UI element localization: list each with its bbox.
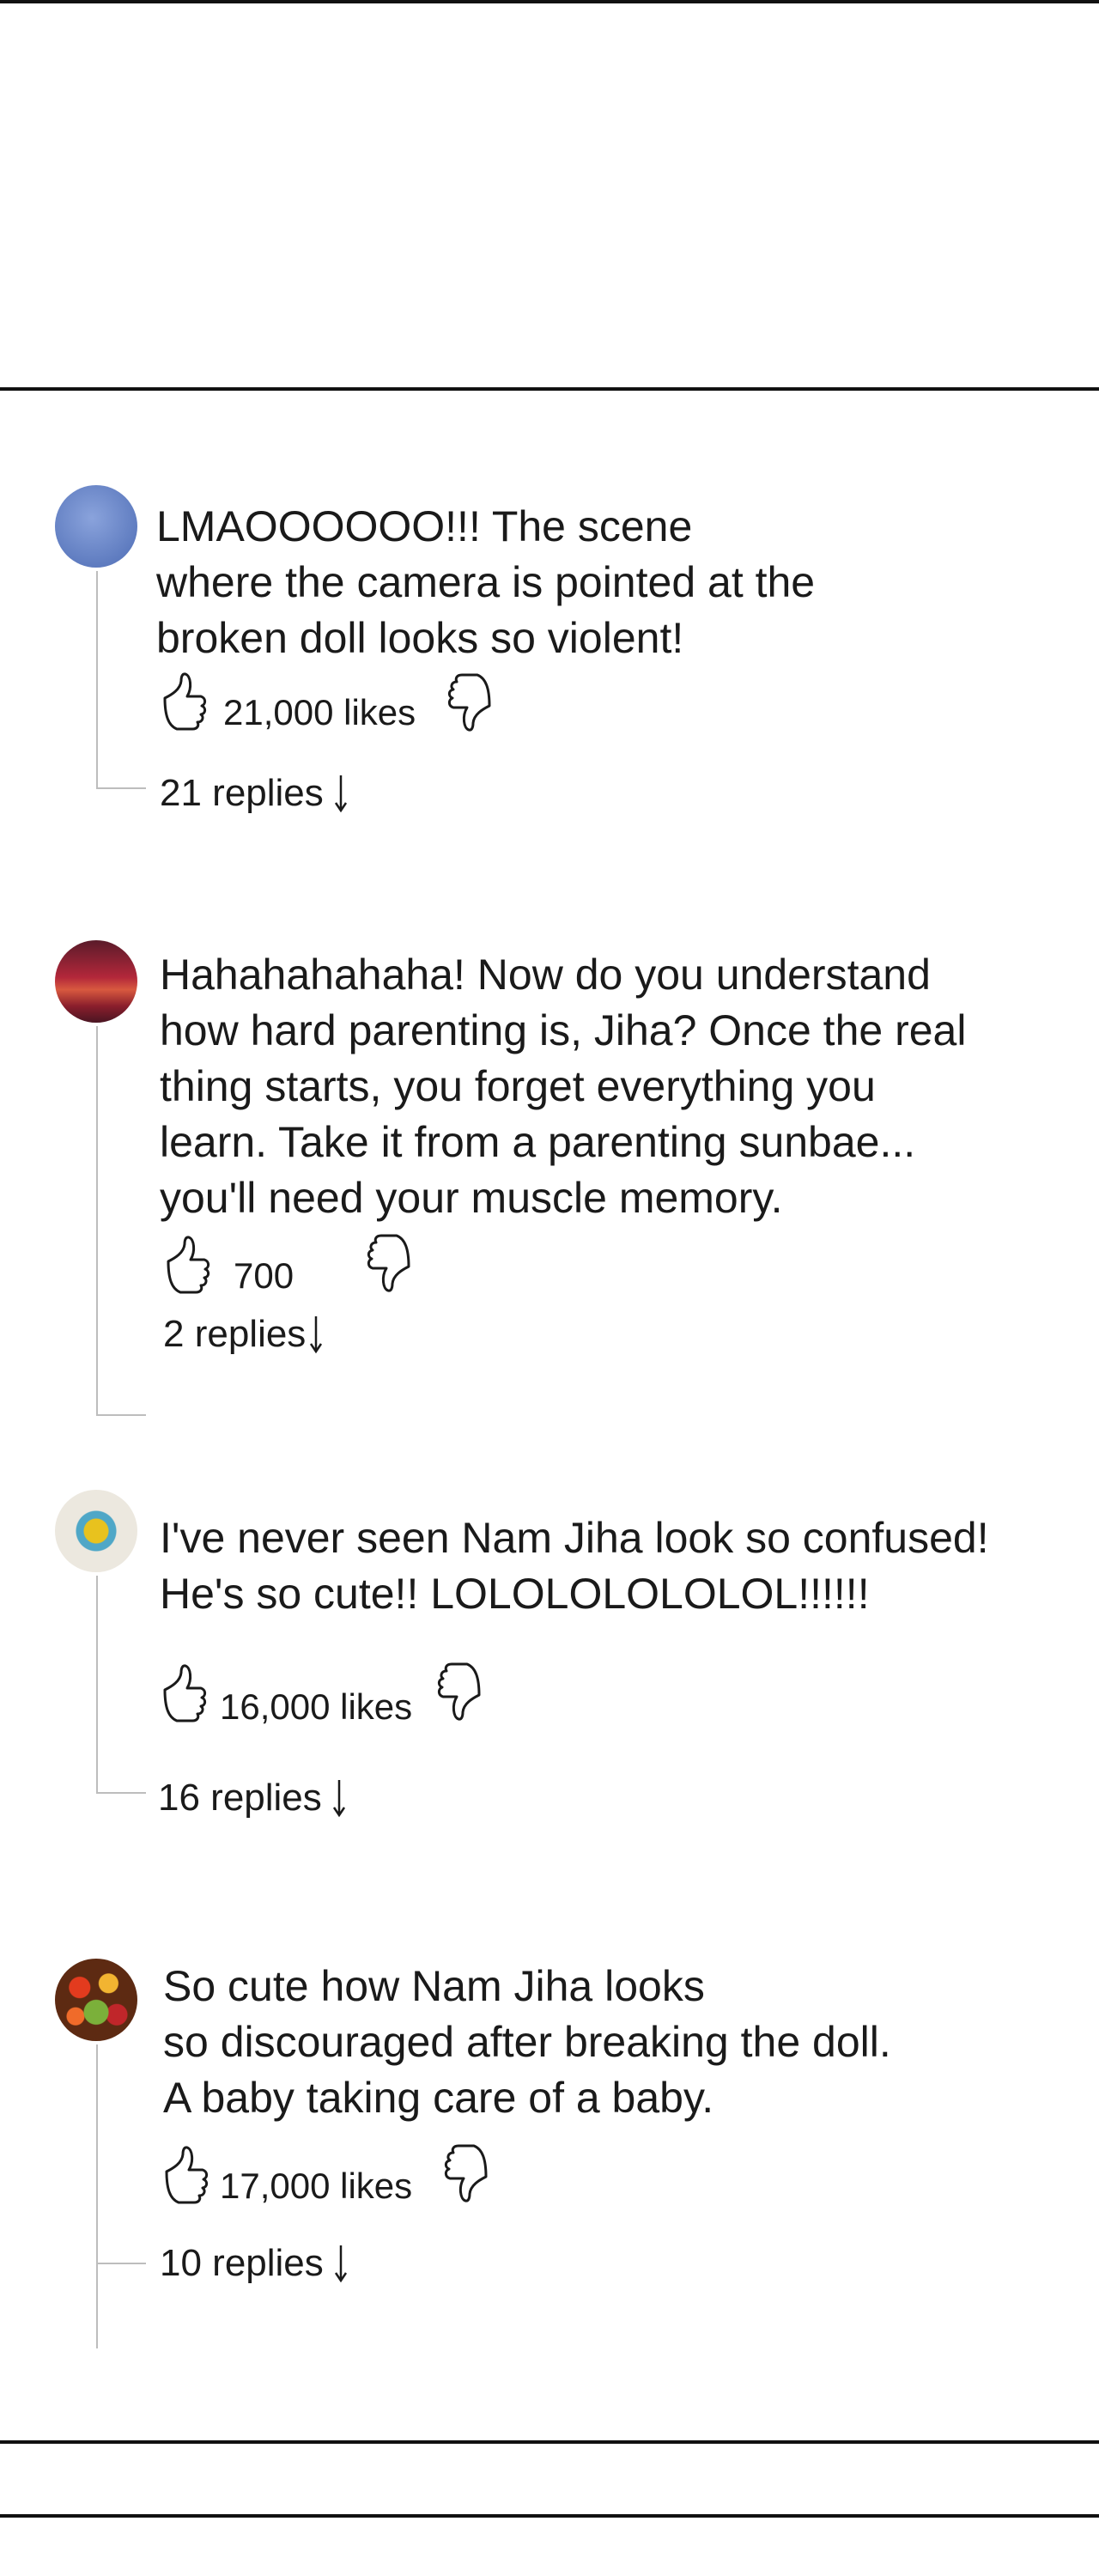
bottom-border bbox=[0, 2514, 1099, 2518]
section-divider-bottom bbox=[0, 2440, 1099, 2444]
replies-toggle[interactable]: 10 replies bbox=[160, 2240, 348, 2287]
comment-text: LMAOOOOOO!!! The scene where the camera … bbox=[156, 502, 816, 662]
top-border bbox=[0, 0, 1099, 3]
thumbs-down-icon[interactable] bbox=[359, 1230, 414, 1299]
replies-toggle[interactable]: 2 replies bbox=[163, 1311, 323, 1358]
replies-toggle[interactable]: 21 replies bbox=[160, 770, 348, 817]
thread-line-hook bbox=[96, 2263, 146, 2264]
comment-text: I've never seen Nam Jiha look so confuse… bbox=[160, 1514, 989, 1618]
arrow-down-icon bbox=[309, 1315, 323, 1354]
thumbs-down-icon[interactable] bbox=[436, 2141, 491, 2209]
like-count: 17,000 likes bbox=[220, 2166, 413, 2206]
replies-label: 2 replies bbox=[163, 1313, 307, 1355]
thread-line bbox=[96, 571, 98, 787]
avatar[interactable] bbox=[55, 1959, 137, 2041]
replies-label: 16 replies bbox=[158, 1777, 322, 1819]
section-divider-top bbox=[0, 387, 1099, 391]
arrow-down-icon bbox=[334, 2244, 348, 2283]
like-count: 21,000 likes bbox=[223, 692, 416, 732]
avatar[interactable] bbox=[55, 485, 137, 568]
thread-line-hook bbox=[96, 1792, 146, 1794]
avatar[interactable] bbox=[55, 1490, 137, 1572]
thread-line-hook bbox=[96, 787, 146, 789]
comment-text: Hahahahahaha! Now do you understand how … bbox=[160, 951, 967, 1222]
thread-line bbox=[96, 1576, 98, 1792]
arrow-down-icon bbox=[334, 774, 348, 813]
thread-line bbox=[96, 2044, 98, 2348]
like-count: 16,000 likes bbox=[220, 1686, 413, 1727]
comment-text: So cute how Nam Jiha looks so discourage… bbox=[163, 1962, 891, 2122]
thread-line-hook bbox=[96, 1414, 146, 1416]
like-count: 700 bbox=[234, 1255, 294, 1296]
thumbs-down-icon[interactable] bbox=[440, 670, 495, 738]
thumbs-up-icon[interactable] bbox=[163, 1229, 218, 1297]
thumbs-up-icon[interactable] bbox=[160, 1657, 215, 1726]
replies-label: 21 replies bbox=[160, 772, 324, 814]
avatar[interactable] bbox=[55, 940, 137, 1023]
replies-label: 10 replies bbox=[160, 2242, 324, 2284]
replies-toggle[interactable]: 16 replies bbox=[158, 1775, 346, 1821]
thumbs-up-icon[interactable] bbox=[161, 2139, 216, 2208]
thumbs-down-icon[interactable] bbox=[429, 1659, 484, 1728]
thread-line bbox=[96, 1026, 98, 1414]
arrow-down-icon bbox=[332, 1778, 346, 1818]
thumbs-up-icon[interactable] bbox=[160, 665, 215, 734]
